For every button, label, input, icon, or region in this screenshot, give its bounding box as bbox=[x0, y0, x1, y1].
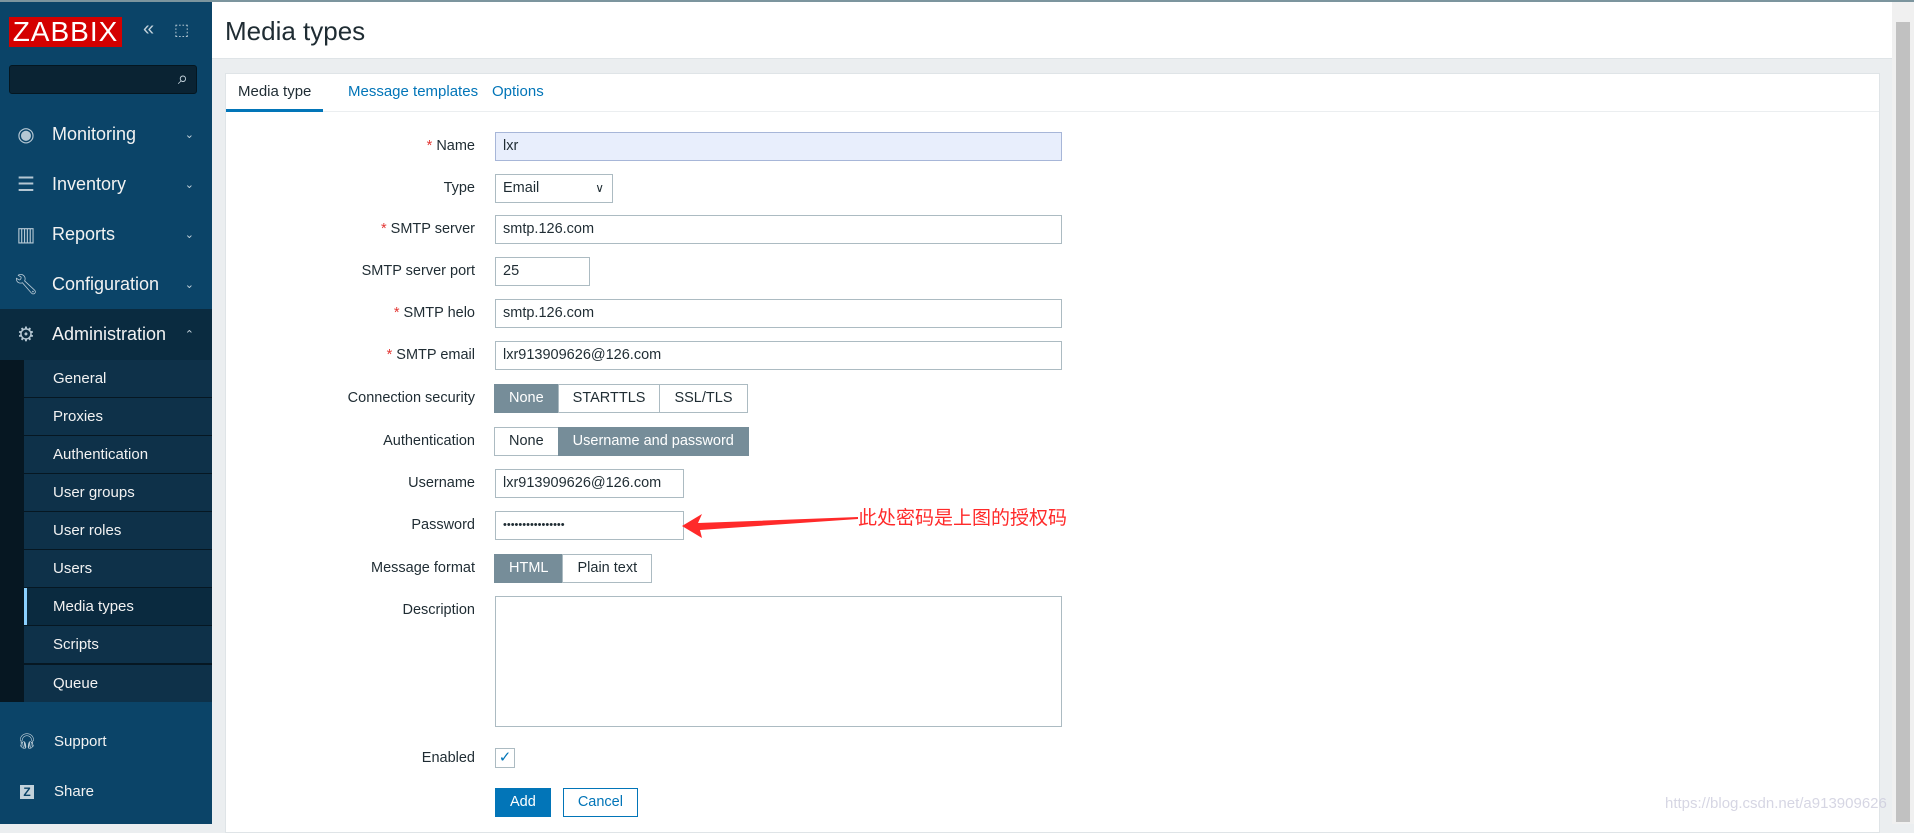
annotation-text: 此处密码是上图的授权码 bbox=[858, 508, 1068, 529]
name-input[interactable]: lxr bbox=[495, 132, 1062, 161]
chevron-down-icon: ∨ bbox=[595, 181, 604, 195]
smtp-server-input[interactable]: smtp.126.com bbox=[495, 215, 1062, 244]
authentication-label: Authentication bbox=[383, 433, 475, 449]
auth-userpass-option[interactable]: Username and password bbox=[557, 427, 749, 456]
chevron-up-icon: ⌃ bbox=[184, 329, 194, 341]
chevron-down-icon: ⌄ bbox=[184, 228, 194, 241]
submenu-user-groups[interactable]: User groups bbox=[24, 474, 212, 511]
annotation-arrow bbox=[682, 514, 858, 538]
conn-starttls-option[interactable]: STARTTLS bbox=[557, 384, 661, 413]
search-input[interactable]: ⌕ bbox=[9, 65, 197, 94]
conn-none-option[interactable]: None bbox=[494, 384, 559, 413]
message-format-toggle: HTML Plain text bbox=[494, 554, 653, 583]
kiosk-mode-icon[interactable]: ⬚ bbox=[174, 20, 189, 40]
smtp-helo-label: * SMTP helo bbox=[393, 305, 475, 321]
type-label: Type bbox=[443, 180, 475, 196]
watermark: https://blog.csdn.net/a913909626 bbox=[1665, 795, 1887, 812]
connection-security-label: Connection security bbox=[347, 390, 475, 406]
zabbix-logo[interactable]: ZABBIX bbox=[9, 17, 122, 47]
chevron-down-icon: ⌄ bbox=[184, 128, 194, 141]
chevron-down-icon: ⌄ bbox=[184, 278, 194, 291]
sidebar: ZABBIX « ⬚ ⌕ ◉ Monitoring ⌄ ☰ Inventory ⌄ ▥ R… bbox=[0, 0, 212, 824]
menu-label: Support bbox=[54, 732, 107, 750]
top-border bbox=[0, 0, 1914, 2]
password-label: Password bbox=[411, 517, 475, 533]
smtp-email-label: * SMTP email bbox=[386, 347, 475, 363]
menu-label: Monitoring bbox=[52, 123, 137, 144]
auth-none-option[interactable]: None bbox=[494, 427, 559, 456]
page-header: Media types bbox=[212, 2, 1892, 59]
checkmark-icon: ✓ bbox=[498, 749, 512, 766]
menu-label: Share bbox=[54, 782, 95, 800]
chevron-down-icon: ⌄ bbox=[184, 178, 194, 191]
format-html-option[interactable]: HTML bbox=[494, 554, 564, 583]
tab-options[interactable]: Options bbox=[480, 74, 556, 112]
type-select[interactable]: Email ∨ bbox=[495, 174, 613, 203]
submenu-general[interactable]: General bbox=[24, 360, 212, 397]
menu-label: Inventory bbox=[52, 173, 127, 194]
admin-submenu: General Proxies Authentication User grou… bbox=[0, 360, 212, 702]
cancel-button[interactable]: Cancel bbox=[562, 788, 638, 817]
description-textarea[interactable] bbox=[495, 596, 1062, 727]
authentication-toggle: None Username and password bbox=[494, 427, 749, 456]
smtp-email-input[interactable]: lxr913909626@126.com bbox=[495, 341, 1062, 370]
menu-label: Reports bbox=[52, 223, 116, 244]
share-z-icon: Z bbox=[0, 783, 54, 800]
list-icon: ☰ bbox=[17, 173, 35, 196]
scrollbar[interactable] bbox=[1892, 2, 1914, 824]
enabled-label: Enabled bbox=[421, 750, 475, 766]
scrollbar-thumb[interactable] bbox=[1896, 22, 1910, 822]
enabled-checkbox[interactable]: ✓ bbox=[495, 748, 515, 768]
submenu-users[interactable]: Users bbox=[24, 550, 212, 587]
menu-inventory[interactable]: ☰ Inventory ⌄ bbox=[0, 159, 212, 209]
menu-administration[interactable]: ⚙ Administration ⌃ bbox=[0, 309, 212, 360]
menu-label: Administration bbox=[52, 324, 167, 344]
conn-ssltls-option[interactable]: SSL/TLS bbox=[659, 384, 748, 413]
add-button[interactable]: Add bbox=[495, 788, 551, 817]
gear-icon: ⚙ bbox=[17, 324, 35, 346]
smtp-port-input[interactable]: 25 bbox=[495, 257, 590, 286]
message-format-label: Message format bbox=[371, 560, 475, 576]
menu-support[interactable]: 🎧︎ Support bbox=[0, 721, 212, 761]
submenu-proxies[interactable]: Proxies bbox=[24, 398, 212, 435]
headset-icon: 🎧︎ bbox=[17, 733, 37, 750]
wrench-icon: 🔧︎ bbox=[13, 273, 39, 296]
media-type-form-card: Media type Message templates Options * Na… bbox=[225, 73, 1880, 833]
submenu-media-types[interactable]: Media types bbox=[24, 588, 212, 625]
tabs: Media type Message templates Options bbox=[226, 74, 1879, 112]
menu-monitoring[interactable]: ◉ Monitoring ⌄ bbox=[0, 109, 212, 159]
smtp-port-label: SMTP server port bbox=[361, 263, 475, 279]
collapse-sidebar-icon[interactable]: « bbox=[143, 18, 154, 41]
submenu-authentication[interactable]: Authentication bbox=[24, 436, 212, 473]
menu-share[interactable]: Z Share bbox=[0, 771, 212, 811]
smtp-helo-input[interactable]: smtp.126.com bbox=[495, 299, 1062, 328]
connection-security-toggle: None STARTTLS SSL/TLS bbox=[494, 384, 748, 413]
smtp-server-label: * SMTP server bbox=[381, 221, 475, 237]
description-label: Description bbox=[402, 602, 475, 618]
menu-configuration[interactable]: 🔧︎ Configuration ⌄ bbox=[0, 259, 212, 309]
submenu-user-roles[interactable]: User roles bbox=[24, 512, 212, 549]
bar-chart-icon: ▥ bbox=[16, 223, 36, 246]
name-label: * Name bbox=[426, 138, 475, 154]
submenu-queue[interactable]: Queue bbox=[24, 665, 212, 702]
tab-message-templates[interactable]: Message templates bbox=[336, 74, 490, 112]
eye-icon: ◉ bbox=[17, 123, 35, 146]
username-input[interactable]: lxr913909626@126.com bbox=[495, 469, 684, 498]
username-label: Username bbox=[408, 475, 475, 491]
menu-label: Configuration bbox=[52, 273, 160, 294]
tab-media-type[interactable]: Media type bbox=[226, 74, 324, 112]
format-plain-option[interactable]: Plain text bbox=[562, 554, 653, 583]
password-input[interactable]: •••••••••••••••• bbox=[495, 511, 684, 540]
menu-reports[interactable]: ▥ Reports ⌄ bbox=[0, 209, 212, 259]
search-icon[interactable]: ⌕ bbox=[178, 68, 188, 89]
page-title: Media types bbox=[225, 16, 366, 46]
submenu-scripts[interactable]: Scripts bbox=[24, 626, 212, 663]
